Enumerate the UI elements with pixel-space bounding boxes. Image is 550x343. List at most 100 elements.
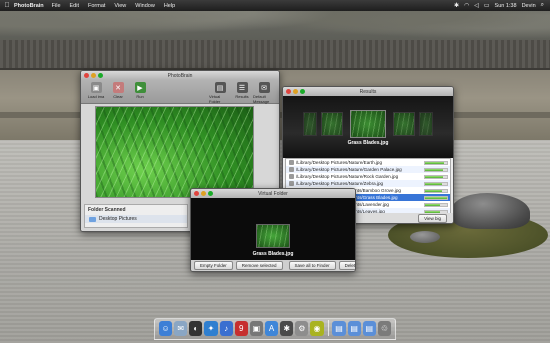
bluetooth-icon[interactable]: ✱	[454, 2, 459, 9]
apple-menu-icon[interactable]: 	[0, 2, 14, 9]
folder-icon	[89, 216, 96, 222]
save-all-to-finder-button[interactable]: Save all to Finder	[288, 261, 336, 270]
wallpaper-small-rock	[410, 231, 440, 243]
coverflow-thumbnail[interactable]	[393, 112, 415, 136]
menu-format[interactable]: Format	[88, 3, 105, 9]
menu-file[interactable]: File	[52, 3, 61, 9]
clear-button[interactable]: ✕ Clear	[107, 82, 129, 99]
mail-icon[interactable]: ✉	[174, 321, 188, 336]
menu-extras: ✱ ◠ ◁ ▭ Sun 1:38 Devin ⌕	[454, 2, 550, 9]
virtual-folder-button[interactable]: ▤ Virtual Folder	[209, 82, 231, 104]
coverflow-thumbnail[interactable]	[419, 112, 433, 136]
safari-icon[interactable]: ✦	[204, 321, 218, 336]
folders-panel: Folder Scanned Desktop Pictures	[84, 204, 188, 228]
itunes-icon[interactable]: ♪	[219, 321, 233, 336]
result-path: /Library/Desktop Pictures/Nature/Zebra.j…	[296, 181, 384, 186]
file-icon	[289, 174, 294, 179]
default-message-label: Default Message	[253, 94, 270, 104]
similarity-bar	[424, 195, 448, 200]
dashboard-icon[interactable]: ◐	[189, 321, 203, 336]
file-icon	[289, 181, 294, 186]
result-row[interactable]: /Library/Desktop Pictures/Nature/Earth.j…	[286, 159, 450, 166]
virtual-folder-titlebar[interactable]: Virtual Folder	[191, 189, 355, 198]
main-toolbar: ▣ Load ima ✕ Clear ▶ Run ▤ Virtual Folde…	[81, 80, 279, 104]
wallpaper-roof	[0, 40, 550, 70]
virtual-folder-label: Virtual Folder	[209, 94, 221, 104]
folder-item-label: Desktop Pictures	[99, 216, 137, 222]
minimize-button[interactable]	[91, 73, 96, 78]
image-preview[interactable]	[95, 106, 254, 198]
close-button[interactable]	[286, 89, 291, 94]
results-button[interactable]: ☰ Results	[231, 82, 253, 99]
menu-user[interactable]: Devin	[522, 3, 536, 9]
close-button[interactable]	[84, 73, 89, 78]
coverflow-caption: Grass Blades.jpg	[347, 140, 389, 146]
dock-separator	[327, 320, 329, 336]
folders-header: Folder Scanned	[88, 207, 126, 213]
menu-app-name[interactable]: PhotoBrain	[14, 3, 44, 9]
trash-icon[interactable]: ♲	[377, 321, 391, 336]
menu-help[interactable]: Help	[164, 3, 175, 9]
clear-label: Clear	[113, 94, 123, 99]
results-titlebar[interactable]: Results	[283, 87, 453, 96]
finder-icon[interactable]: ☺	[159, 321, 173, 336]
results-coverflow[interactable]: Grass Blades.jpg	[283, 96, 453, 158]
battery-icon[interactable]: ▭	[484, 2, 490, 9]
virtual-folder-thumbnail[interactable]	[256, 224, 290, 248]
result-row[interactable]: /Library/Desktop Pictures/Nature/Rock Ga…	[286, 173, 450, 180]
calendar-icon[interactable]: 9	[234, 321, 248, 336]
virtual-folder-caption: Grass Blades.jpg	[252, 251, 294, 257]
load-image-label: Load ima	[87, 94, 105, 99]
default-message-button[interactable]: ✉ Default Message	[253, 82, 275, 104]
menu-view[interactable]: View	[114, 3, 126, 9]
main-window-title: PhotoBrain	[167, 72, 193, 79]
coverflow-selected-thumbnail[interactable]	[350, 110, 386, 138]
message-icon: ✉	[258, 82, 270, 93]
applications-folder-icon[interactable]: ▤	[332, 321, 346, 336]
similarity-bar	[424, 160, 448, 165]
zoom-button[interactable]	[300, 89, 305, 94]
result-path: /Library/Desktop Pictures/Nature/Rock Ga…	[296, 174, 399, 179]
photobrain-icon[interactable]: ◉	[310, 321, 324, 336]
dock: ☺ ✉ ◐ ✦ ♪ 9 ▣ A ✱ ⚙ ◉ ▤ ▤ ▤ ♲	[154, 318, 396, 340]
close-button[interactable]	[194, 191, 199, 196]
file-icon	[289, 167, 294, 172]
downloads-folder-icon[interactable]: ▤	[362, 321, 376, 336]
remove-selected-button[interactable]: Remove selected	[235, 261, 283, 270]
virtual-folder-title: Virtual Folder	[258, 190, 288, 197]
system-preferences-icon[interactable]: ⚙	[295, 321, 309, 336]
wifi-icon[interactable]: ◠	[464, 2, 469, 9]
documents-folder-icon[interactable]: ▤	[347, 321, 361, 336]
minimize-button[interactable]	[201, 191, 206, 196]
menu-edit[interactable]: Edit	[70, 3, 79, 9]
result-path: /Library/Desktop Pictures/Nature/Earth.j…	[296, 160, 383, 165]
minimize-button[interactable]	[293, 89, 298, 94]
folder-item[interactable]: Desktop Pictures	[85, 215, 187, 223]
coverflow-thumbnail[interactable]	[303, 112, 317, 136]
run-button[interactable]: ▶ Run	[129, 82, 151, 99]
wallpaper-rock	[452, 193, 530, 229]
photobooth-icon[interactable]: ✱	[280, 321, 294, 336]
zoom-button[interactable]	[98, 73, 103, 78]
view-big-button[interactable]: View big	[418, 213, 447, 223]
results-label: Results	[235, 94, 249, 99]
clear-icon: ✕	[112, 82, 124, 93]
spotlight-icon[interactable]: ⌕	[541, 2, 544, 9]
preview-icon[interactable]: ▣	[249, 321, 263, 336]
empty-folder-button[interactable]: Empty Folder	[194, 261, 233, 270]
vf-window-controls	[194, 191, 213, 196]
similarity-bar	[424, 181, 448, 186]
volume-icon[interactable]: ◁	[474, 2, 479, 9]
menu-window[interactable]: Window	[135, 3, 155, 9]
appstore-icon[interactable]: A	[264, 321, 279, 336]
result-row[interactable]: /Library/Desktop Pictures/Nature/Garden …	[286, 166, 450, 173]
menu-clock[interactable]: Sun 1:38	[495, 3, 517, 9]
coverflow-thumbnail[interactable]	[321, 112, 343, 136]
zoom-button[interactable]	[208, 191, 213, 196]
delete-all-from-finder-button[interactable]: Delete all from Finder	[338, 261, 355, 270]
load-image-button[interactable]: ▣ Load ima	[85, 82, 107, 99]
virtual-folder-content[interactable]: Grass Blades.jpg	[191, 198, 355, 261]
main-window-titlebar[interactable]: PhotoBrain	[81, 71, 279, 80]
results-window-controls	[286, 89, 305, 94]
result-row[interactable]: /Library/Desktop Pictures/Nature/Zebra.j…	[286, 180, 450, 187]
